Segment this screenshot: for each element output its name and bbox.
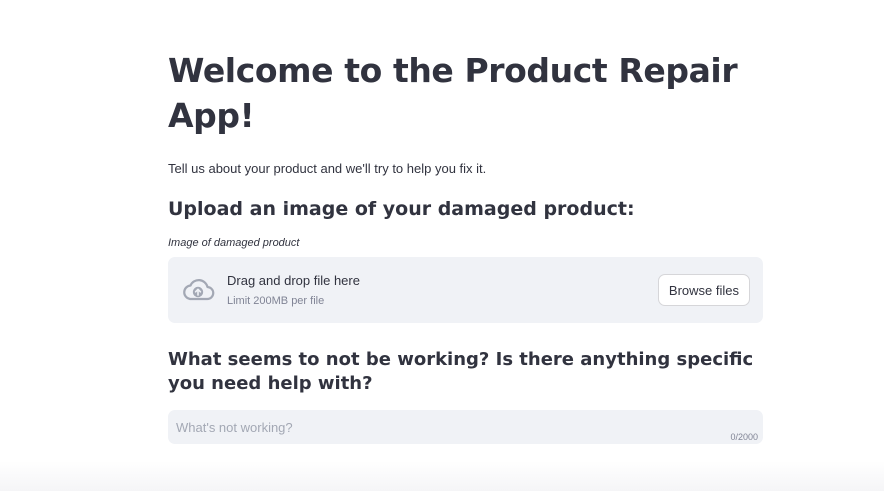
dropzone-instructions: Drag and drop file here Limit 200MB per … bbox=[227, 272, 360, 308]
browse-files-button[interactable]: Browse files bbox=[657, 274, 750, 306]
bottom-divider bbox=[0, 461, 884, 491]
dropzone-limit-text: Limit 200MB per file bbox=[227, 295, 325, 307]
dropzone-main-text: Drag and drop file here bbox=[227, 273, 360, 288]
page-title: Welcome to the Product Repair App! bbox=[168, 51, 738, 135]
intro-text: Tell us about your product and we'll try… bbox=[168, 161, 487, 176]
upload-heading: Upload an image of your damaged product: bbox=[168, 198, 635, 220]
file-dropzone[interactable]: Drag and drop file here Limit 200MB per … bbox=[168, 257, 763, 323]
upload-field-label: Image of damaged product bbox=[168, 237, 300, 249]
cloud-upload-icon bbox=[183, 279, 215, 301]
main-content: Welcome to the Product Repair App! Tell … bbox=[168, 48, 763, 444]
app-page: Welcome to the Product Repair App! Tell … bbox=[0, 0, 884, 491]
problem-question: What seems to not be working? Is there a… bbox=[168, 349, 754, 394]
char-counter: 0/2000 bbox=[730, 432, 758, 442]
problem-input[interactable] bbox=[168, 410, 763, 444]
problem-input-container: 0/2000 bbox=[168, 410, 763, 444]
